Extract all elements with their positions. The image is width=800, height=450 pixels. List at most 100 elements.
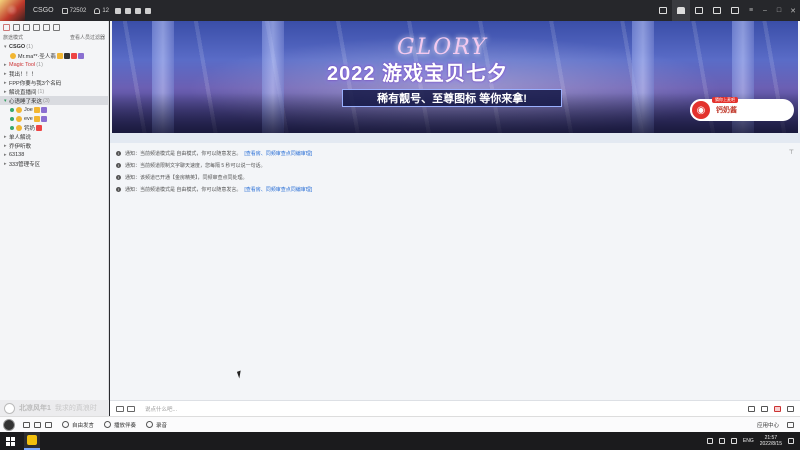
channel-item-selected[interactable]: ▾ 心语睡了来这 (3) — [0, 96, 108, 105]
filter-link[interactable]: 查看人员过滤器 — [70, 34, 105, 41]
user-item[interactable]: Joe — [0, 105, 108, 114]
chat-link[interactable]: [查看房、同频审查点同编审理] — [244, 186, 312, 193]
music-icon — [104, 421, 112, 428]
windows-icon — [5, 436, 15, 446]
gift-icon[interactable] — [774, 405, 781, 412]
channel-item[interactable]: ▸ 解说直播间 (1) — [0, 87, 108, 96]
clock[interactable]: 21:57 2022/8/15 — [760, 435, 782, 447]
top-right-controls: ≡ – □ ✕ — [654, 0, 800, 21]
image-icon[interactable] — [127, 405, 135, 412]
info-icon[interactable] — [145, 7, 151, 14]
menu-button[interactable]: ≡ — [744, 7, 758, 14]
my-avatar[interactable] — [3, 418, 15, 431]
chat-line: ! 通知：该频道已开通【金房精英】，同频审查点同处理。 — [116, 174, 248, 181]
user-item[interactable]: Mr.ma**·圣人翡 — [0, 51, 108, 60]
home-icon — [677, 7, 685, 14]
channel-item-csgo[interactable]: ▾ CSGO (1) — [0, 42, 108, 51]
system-tray: ENG 21:57 2022/8/15 — [706, 432, 794, 450]
language-indicator[interactable]: ENG — [743, 438, 754, 444]
viewer-count-value: 72502 — [69, 7, 87, 14]
channel-item[interactable]: ▸ 我出！！！ — [0, 69, 108, 78]
taskbar-app-yy[interactable] — [24, 432, 40, 450]
app-tray-icon[interactable] — [706, 438, 713, 444]
mode-icon — [62, 421, 69, 428]
maximize-button[interactable]: □ — [772, 7, 786, 14]
share-icon[interactable] — [135, 7, 141, 14]
free-speak-button[interactable]: 自由发言 — [62, 421, 94, 429]
close-button[interactable]: ✕ — [786, 7, 800, 15]
sidebar-header: 旅途模式 查看人员过滤器 — [0, 33, 108, 42]
user-item[interactable]: 钙奶 — [0, 123, 108, 132]
mouse-cursor — [236, 370, 244, 379]
start-button[interactable] — [0, 432, 20, 450]
channel-item[interactable]: ▸ 单人解说 — [0, 132, 108, 141]
chat-input-bar: 说点什么吧... — [110, 400, 800, 416]
info-icon: ! — [116, 186, 121, 192]
pin-icon[interactable]: ⊤ — [789, 149, 794, 156]
mic-icon[interactable] — [34, 421, 41, 428]
app-center-button[interactable]: 应用中心 — [757, 421, 779, 429]
list-button[interactable] — [690, 0, 708, 21]
user-icon[interactable] — [3, 23, 10, 31]
input-actions — [748, 405, 794, 412]
chat-log: ⊤ ! 通知：当前频道模式是 自由模式，你可以随意发言。 [查看房、同频审查点同编审… — [110, 147, 800, 195]
play-music-button[interactable]: 播放伴奏 — [104, 421, 136, 429]
yy-app-icon — [27, 435, 37, 445]
video-button[interactable] — [654, 0, 672, 21]
search-icon[interactable] — [53, 23, 60, 31]
viewer-count: 72502 — [61, 7, 87, 14]
home-button[interactable] — [672, 0, 690, 21]
chat-icon[interactable] — [13, 23, 20, 31]
game-button[interactable] — [708, 0, 726, 21]
mail-button[interactable] — [726, 0, 744, 21]
key-icon[interactable] — [125, 7, 131, 14]
user-count: 12 — [94, 7, 109, 14]
speaker-message: 我求的真浪时 — [54, 405, 97, 412]
notification-icon[interactable] — [788, 438, 794, 444]
channel-item[interactable]: ▸ 乔伊听歌 — [0, 141, 108, 150]
promo-tag: 猜你上麦吧 — [712, 97, 738, 103]
speaker-icon[interactable] — [23, 421, 30, 428]
equalizer-icon[interactable] — [45, 421, 52, 428]
input-tools — [116, 405, 135, 412]
avatar — [10, 52, 16, 59]
settings-icon[interactable] — [23, 23, 30, 31]
channel-tree: ▾ CSGO (1) Mr.ma**·圣人翡 ▸ Magic Tool (1) ▸ 我出！… — [0, 42, 108, 168]
chat-link[interactable]: [查看房、同频审查点同编审理] — [244, 150, 312, 157]
room-logo[interactable] — [0, 0, 25, 21]
gamepad-icon — [713, 7, 721, 14]
volume-icon[interactable] — [730, 438, 737, 444]
channel-item-magic[interactable]: ▸ Magic Tool (1) — [0, 60, 108, 69]
user-count-value: 12 — [102, 7, 109, 14]
info-icon: ! — [116, 174, 121, 180]
doc-icon[interactable] — [33, 23, 40, 31]
viewers-icon — [61, 7, 68, 14]
banner-subtitle: 稀有靓号、至尊图标 等你来拿! — [342, 89, 562, 107]
channel-item[interactable]: ▸ 333管理专区 — [0, 159, 108, 168]
banner-divider — [110, 133, 800, 143]
user-item[interactable]: eve — [0, 114, 108, 123]
person-icon — [94, 7, 101, 14]
os-taskbar: ENG 21:57 2022/8/15 — [0, 432, 800, 450]
avatar — [16, 115, 22, 122]
dock-right: 应用中心 — [757, 421, 794, 429]
event-banner[interactable]: GLORY 2022 游戏宝贝七夕 稀有靓号、至尊图标 等你来拿! ◉ 猜你上麦… — [112, 21, 798, 133]
more-icon[interactable] — [787, 405, 794, 412]
minimize-button[interactable]: – — [758, 7, 772, 14]
grid-icon[interactable] — [43, 23, 50, 31]
promo-card[interactable]: ◉ 猜你上麦吧 钙奶酱 — [690, 97, 794, 121]
avatar — [16, 106, 22, 113]
channel-item[interactable]: ▸ FPP你要与我3个名码 — [0, 78, 108, 87]
banner-title: 2022 游戏宝贝七夕 — [327, 63, 509, 85]
channel-item[interactable]: ▸ 63138 — [0, 150, 108, 159]
record-button[interactable]: 录音 — [146, 421, 167, 429]
record-icon — [146, 421, 154, 428]
list-icon — [695, 7, 703, 14]
grid-icon[interactable] — [787, 421, 794, 428]
send-icon[interactable] — [748, 405, 755, 412]
chat-input[interactable]: 说点什么吧... — [145, 405, 177, 413]
emoji-icon[interactable] — [116, 405, 124, 412]
star-icon[interactable] — [115, 7, 121, 14]
network-icon[interactable] — [718, 438, 725, 444]
bubble-icon[interactable] — [761, 405, 768, 412]
